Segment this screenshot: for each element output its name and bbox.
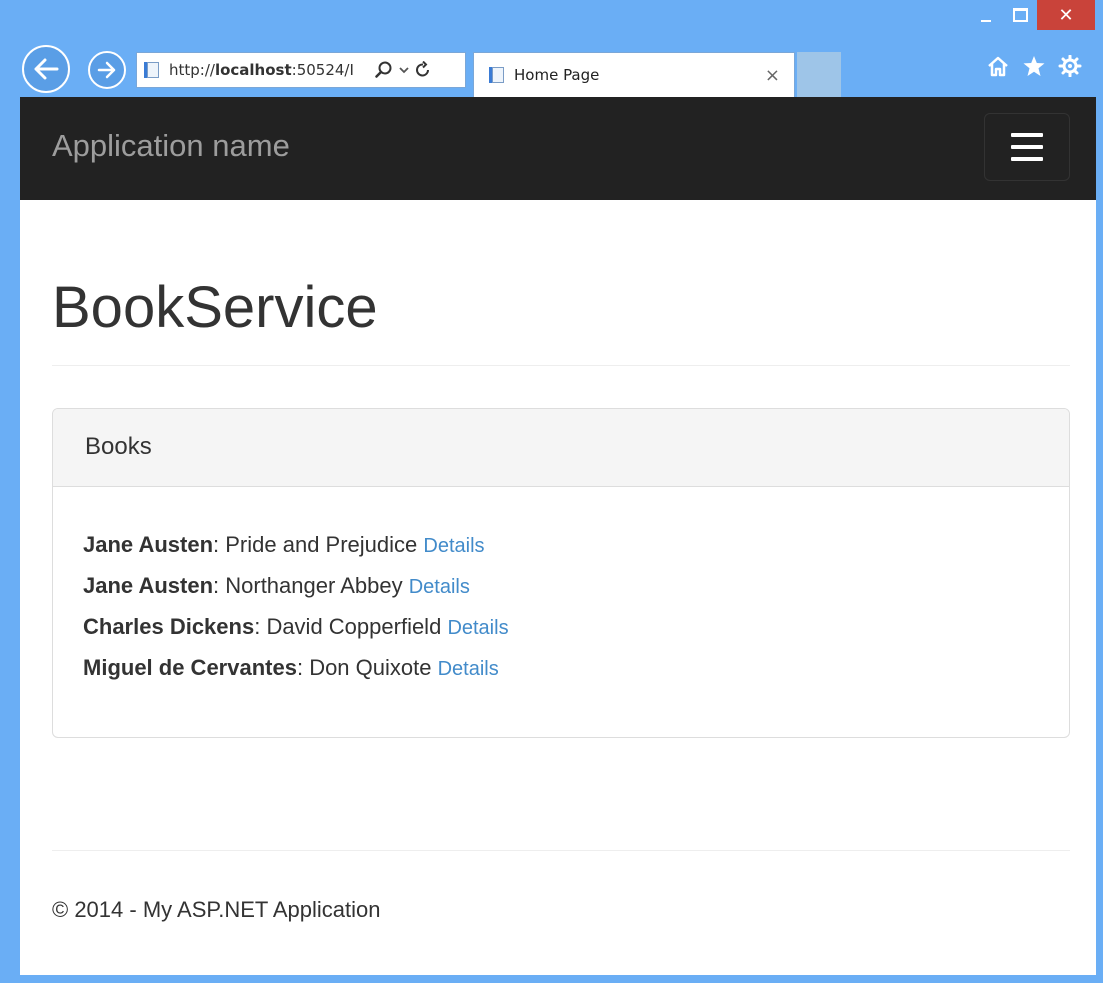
url-text[interactable]: http://localhost:50524/I [169,61,369,79]
page-viewport: Application name BookService Books Jane … [20,97,1096,975]
new-tab-button[interactable] [797,52,841,97]
details-link[interactable]: Details [447,617,508,639]
tab-close-icon[interactable]: × [765,65,780,86]
book-author: Jane Austen [83,572,214,598]
back-arrow-icon [34,58,59,80]
minimize-icon [981,20,991,22]
book-author: Jane Austen [83,531,214,557]
main-container: BookService Books Jane Austen: Pride and… [52,200,1070,738]
book-title: Pride and Prejudice [225,531,418,557]
forward-arrow-icon [97,61,116,79]
page-title: BookService [52,275,378,340]
details-link[interactable]: Details [409,576,470,598]
book-separator: : [296,654,310,680]
address-bar[interactable]: http://localhost:50524/I [136,52,466,88]
book-separator: : [213,572,226,598]
gear-icon[interactable] [1057,55,1083,77]
menu-icon-bar [1011,145,1043,149]
star-icon[interactable] [1021,55,1047,77]
book-title: Northanger Abbey [225,572,403,598]
browser-window: ✕ http://localhost:50524/I Home Page × A… [0,0,1103,983]
book-item: Charles Dickens: David Copperfield Detai… [83,607,1039,648]
tab-page-icon [489,67,504,83]
menu-toggle-button[interactable] [984,113,1070,181]
close-icon: ✕ [1058,4,1074,26]
refresh-icon[interactable] [415,61,431,79]
page-header: BookService [52,276,1070,366]
back-button[interactable] [22,45,70,93]
dropdown-arrow-icon[interactable] [399,66,409,74]
book-separator: : [213,531,226,557]
footer-copyright: © 2014 - My ASP.NET Application [52,897,381,922]
navbar: Application name [20,97,1096,200]
navbar-brand[interactable]: Application name [52,128,290,164]
address-bar-actions [375,61,431,79]
browser-toolbar [985,55,1083,77]
menu-icon [1011,133,1043,137]
title-bar: ✕ http://localhost:50524/I Home Page × [0,0,1103,97]
panel-body: Jane Austen: Pride and Prejudice Details… [53,487,1069,737]
book-item: Miguel de Cervantes: Don Quixote Details [83,648,1039,689]
tab-title: Home Page [514,66,600,84]
details-link[interactable]: Details [438,658,499,680]
maximize-button[interactable] [1003,0,1037,30]
panel-heading: Books [53,408,1069,487]
search-icon[interactable] [375,61,393,79]
book-title: Don Quixote [309,654,432,680]
details-link[interactable]: Details [423,535,484,557]
url-host: localhost [214,61,292,79]
book-item: Jane Austen: Northanger Abbey Details [83,566,1039,607]
forward-button[interactable] [88,51,126,89]
book-author: Miguel de Cervantes [83,654,297,680]
home-icon[interactable] [985,55,1011,77]
menu-icon-bar [1011,157,1043,161]
book-title: David Copperfield [266,613,442,639]
close-button[interactable]: ✕ [1037,0,1095,30]
url-rest: :50524/I [291,61,354,79]
url-prefix: http:// [169,61,215,79]
panel-title: Books [85,433,152,461]
page-icon [144,62,159,78]
book-item: Jane Austen: Pride and Prejudice Details [83,525,1039,566]
minimize-button[interactable] [969,0,1003,30]
window-controls: ✕ [969,0,1095,36]
book-separator: : [254,613,267,639]
footer-divider [52,850,1070,851]
tab-home-page[interactable]: Home Page × [473,52,795,97]
books-panel: Books Jane Austen: Pride and Prejudice D… [52,407,1070,738]
maximize-icon [1012,8,1028,22]
book-author: Charles Dickens [83,613,255,639]
